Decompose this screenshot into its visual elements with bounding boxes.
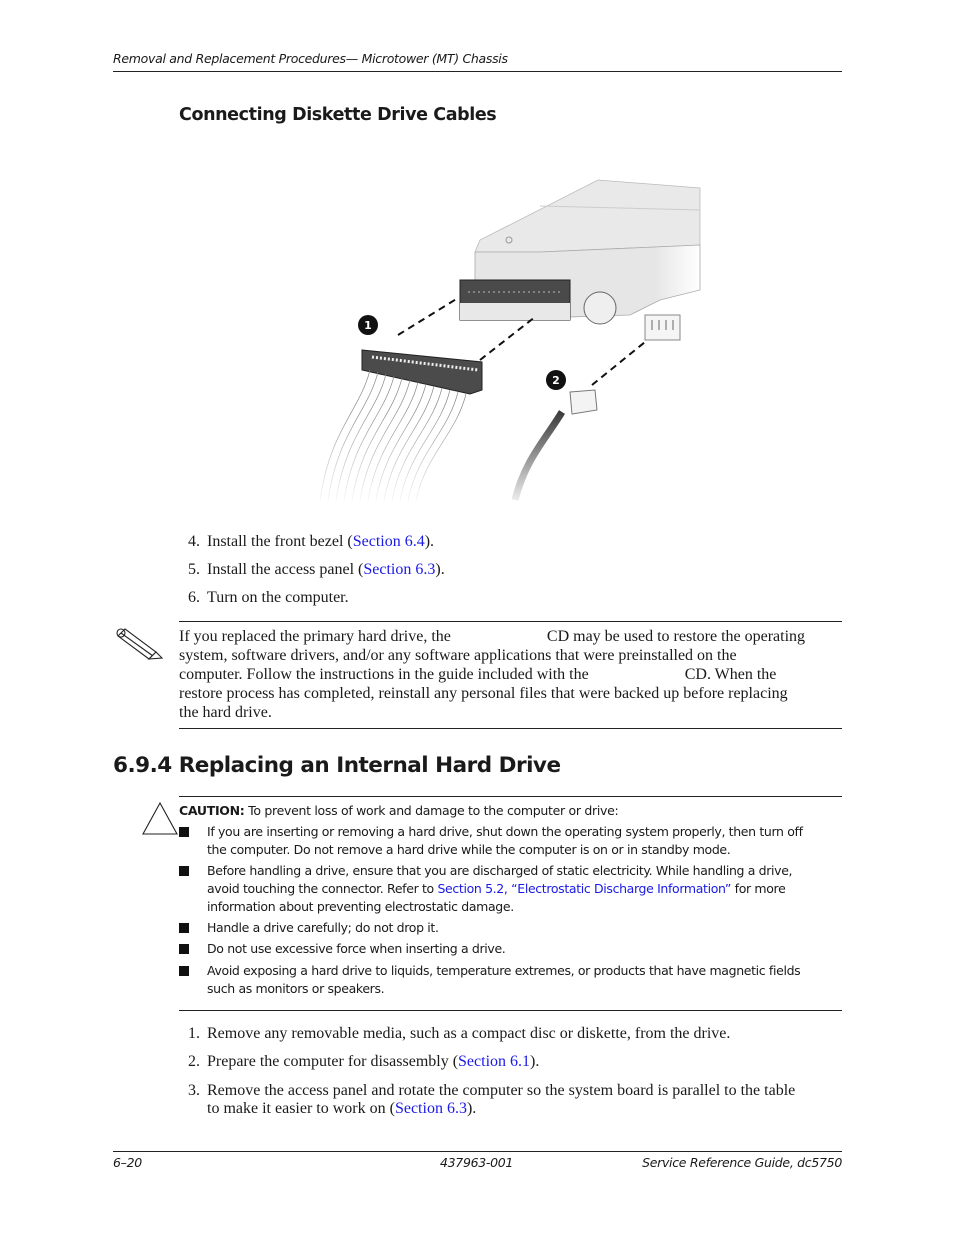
guide-title: Service Reference Guide, dc5750 xyxy=(642,1155,842,1170)
caution-triangle-icon xyxy=(142,801,178,835)
note-line: restore process has completed, reinstall… xyxy=(179,685,788,702)
section-link[interactable]: Section 6.4 xyxy=(353,533,425,550)
callout-1-label: 1 xyxy=(364,319,372,332)
caution-text: To prevent loss of work and damage to th… xyxy=(244,803,619,818)
step-number: 1. xyxy=(188,1025,200,1042)
bullet-square-icon xyxy=(179,944,189,954)
pencil-note-icon xyxy=(116,628,164,660)
caution-heading: CAUTION: To prevent loss of work and dam… xyxy=(179,803,619,818)
callout-2: 2 xyxy=(546,370,566,390)
step-item: 1. Remove any removable media, such as a … xyxy=(188,1025,730,1043)
step-number: 3. xyxy=(188,1082,200,1099)
step-item: 6. Turn on the computer. xyxy=(188,589,349,607)
step-item: 5. Install the access panel (Section 6.3)… xyxy=(188,561,445,579)
step-text: Install the access panel ( xyxy=(207,561,364,578)
step-number: 6. xyxy=(188,589,200,606)
bullet-line: such as monitors or speakers. xyxy=(207,981,385,996)
step-text-end: ). xyxy=(466,1100,477,1117)
step-text: Remove the access panel and rotate the c… xyxy=(207,1082,796,1099)
caution-bullet: If you are inserting or removing a hard … xyxy=(179,823,819,859)
caution-bullet: Do not use excessive force when insertin… xyxy=(179,940,819,958)
note-line: If you replaced the primary hard drive, … xyxy=(179,628,451,645)
section-heading: 6.9.4 Replacing an Internal Hard Drive xyxy=(113,753,561,778)
bullet-square-icon xyxy=(179,923,189,933)
note-divider-bottom xyxy=(179,728,842,729)
header-divider xyxy=(113,71,842,72)
step-text: Turn on the computer. xyxy=(207,589,349,606)
bullet-line: Avoid exposing a hard drive to liquids, … xyxy=(207,963,801,978)
section-link[interactable]: Section 6.3 xyxy=(363,561,435,578)
note-line: computer. Follow the instructions in the… xyxy=(179,666,589,683)
step-number: 5. xyxy=(188,561,200,578)
step-text: Remove any removable media, such as a co… xyxy=(207,1025,731,1042)
esd-section-link[interactable]: Section 5.2, “Electrostatic Discharge In… xyxy=(437,881,731,896)
note-line: the hard drive. xyxy=(179,704,272,721)
note-text: If you replaced the primary hard drive, … xyxy=(179,627,842,722)
caution-label: CAUTION: xyxy=(179,803,245,818)
step-text: to make it easier to work on ( xyxy=(207,1100,395,1117)
bullet-line: Do not use excessive force when insertin… xyxy=(207,941,506,956)
page-number: 6–20 xyxy=(113,1155,142,1170)
step-number: 4. xyxy=(188,533,200,550)
note-divider-top xyxy=(179,621,842,622)
bullet-line: for more xyxy=(731,881,786,896)
callout-2-label: 2 xyxy=(552,374,560,387)
footer-divider xyxy=(113,1151,842,1152)
caution-divider-top xyxy=(179,796,842,797)
bullet-line: information about preventing electrostat… xyxy=(207,899,514,914)
section-link[interactable]: Section 6.1 xyxy=(458,1053,530,1070)
step-text-end: ). xyxy=(435,561,445,578)
bullet-line: the computer. Do not remove a hard drive… xyxy=(207,842,731,857)
step-item: 2. Prepare the computer for disassembly (… xyxy=(188,1053,539,1071)
bullet-line: Handle a drive carefully; do not drop it… xyxy=(207,920,439,935)
caution-bullet: Handle a drive carefully; do not drop it… xyxy=(179,919,819,937)
caution-bullet: Avoid exposing a hard drive to liquids, … xyxy=(179,962,819,998)
section-link[interactable]: Section 6.3 xyxy=(395,1100,467,1117)
bullet-square-icon xyxy=(179,866,189,876)
step-text-end: ). xyxy=(530,1053,540,1070)
diskette-drive-illustration: 1 2 xyxy=(300,170,720,510)
caution-bullet: Before handling a drive, ensure that you… xyxy=(179,862,819,916)
step-text: Install the front bezel ( xyxy=(207,533,353,550)
bullet-square-icon xyxy=(179,966,189,976)
part-number: 437963-001 xyxy=(440,1155,514,1170)
figure-title: Connecting Diskette Drive Cables xyxy=(179,105,497,125)
note-line: system, software drivers, and/or any sof… xyxy=(179,647,737,664)
step-text: Prepare the computer for disassembly ( xyxy=(207,1053,459,1070)
bullet-line: If you are inserting or removing a hard … xyxy=(207,824,803,839)
running-header: Removal and Replacement Procedures— Micr… xyxy=(113,51,508,66)
step-number: 2. xyxy=(188,1053,200,1070)
bullet-line: Before handling a drive, ensure that you… xyxy=(207,863,793,878)
caution-divider-bottom xyxy=(179,1010,842,1011)
step-item: 4. Install the front bezel (Section 6.4). xyxy=(188,533,434,551)
step-item: 3. Remove the access panel and rotate the… xyxy=(188,1082,795,1118)
step-text-end: ). xyxy=(424,533,435,550)
bullet-square-icon xyxy=(179,827,189,837)
callout-1: 1 xyxy=(358,315,378,335)
note-line: CD may be used to restore the operating xyxy=(546,628,806,645)
bullet-line: avoid touching the connector. Refer to xyxy=(207,881,438,896)
note-line: CD. When the xyxy=(684,666,777,683)
